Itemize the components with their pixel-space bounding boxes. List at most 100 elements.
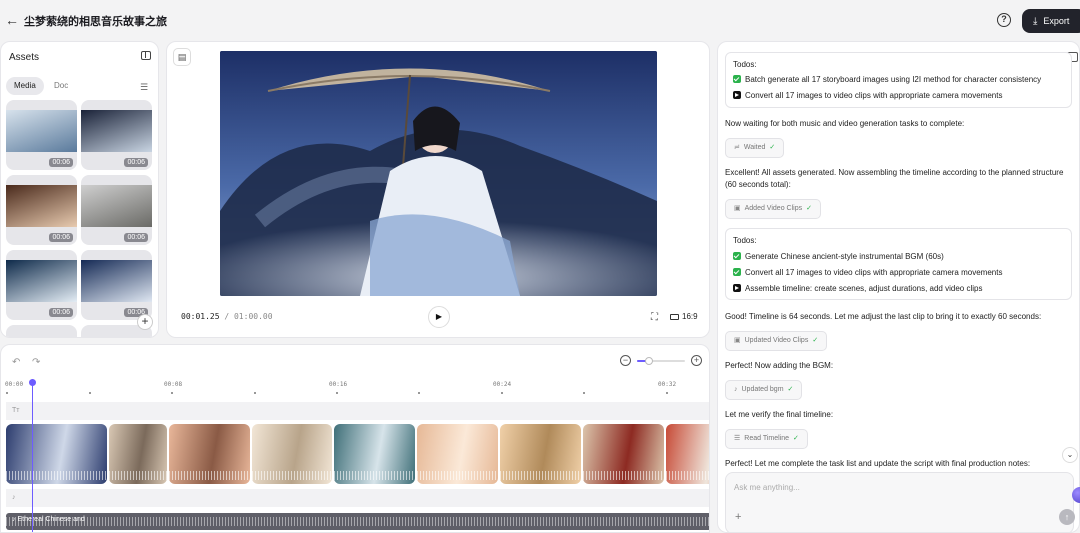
todo-item: Convert all 17 images to video clips wit… [733,268,1002,277]
back-arrow-icon[interactable]: ← [4,12,20,28]
clip-waveform [666,471,709,480]
ruler-tick [336,392,338,394]
todo-item: Assemble timeline: create scenes, adjust… [733,284,982,293]
video-clip[interactable] [334,424,415,484]
video-clip[interactable] [583,424,664,484]
aspect-ratio-selector[interactable]: 16:9 [670,312,698,321]
asset-thumbnail[interactable]: 00:06 [6,175,77,245]
playhead[interactable] [32,379,33,532]
tool-call-added-video-clips[interactable]: ▣ Added Video Clips ✓ [725,199,821,219]
asset-image [6,260,77,302]
video-clip[interactable] [169,424,250,484]
filter-icon[interactable]: ☰ [140,82,148,93]
asset-thumbnail[interactable]: 00:06 [81,250,152,320]
assistant-message: Now waiting for both music and video gen… [725,119,965,128]
current-time: 00:01.25 [181,312,220,321]
project-title: 尘梦萦绕的相思音乐故事之旅 [24,16,167,28]
todo-item: Batch generate all 17 storyboard images … [733,75,1041,84]
script-doc-icon[interactable]: ▤ [173,48,191,66]
preview-panel: ▤ 00:01.25 / 01:00.00 ▶ ⛶ 16:9 [166,41,710,338]
tool-call-waited[interactable]: ≓ Waited ✓ [725,138,785,158]
text-track[interactable]: Tт [6,402,709,420]
video-track[interactable] [6,424,709,484]
bgm-audio-clip[interactable]: ♪ Ethereal Chinese and [6,513,709,530]
assistant-message: Good! Timeline is 64 seconds. Let me adj… [725,312,1042,321]
ruler-tick [6,392,8,394]
checkbox-done-icon [733,268,741,276]
video-preview[interactable] [220,51,657,296]
todo-title: Todos: [733,236,757,245]
tool-call-updated-video-clips[interactable]: ▣ Updated Video Clips ✓ [725,331,828,351]
export-button[interactable]: ⤓ Export [1022,9,1080,33]
check-icon: ✓ [787,386,794,393]
tool-call-read-timeline[interactable]: ☰ Read Timeline ✓ [725,429,808,449]
ruler-tick [171,392,173,394]
clip-waveform [252,471,332,480]
tab-doc[interactable]: Doc [46,77,76,95]
zoom-slider-handle[interactable] [645,357,653,365]
tab-media[interactable]: Media [6,77,44,95]
zoom-slider[interactable] [637,357,685,365]
ruler-tick-label: 00:16 [329,381,348,388]
video-clip[interactable] [666,424,709,484]
todo-list-card: Todos: Batch generate all 17 storyboard … [725,52,1072,108]
redo-icon[interactable]: ↷ [32,357,40,368]
checkbox-done-icon [733,252,741,260]
clip-waveform [334,471,415,480]
chat-input[interactable] [734,479,1034,495]
video-clip[interactable] [417,424,498,484]
zoom-in-icon[interactable]: + [691,355,702,366]
asset-thumbnail[interactable]: 00:06 [6,100,77,170]
clip-waveform [417,471,498,480]
assets-panel: Assets Media Doc ☰ 00:06 00:06 00:06 00:06 0… [0,41,159,338]
play-button[interactable]: ▶ [428,306,450,328]
add-asset-button[interactable]: + [137,314,153,330]
download-icon: ⤓ [1033,16,1038,27]
video-clip[interactable] [6,424,107,484]
film-icon: ▣ [734,205,741,212]
asset-duration: 00:06 [49,233,73,242]
help-icon[interactable]: ? [997,13,1011,27]
text-track-icon: Tт [12,407,20,414]
scroll-down-button[interactable]: ⌄ [1062,447,1078,463]
check-icon: ✓ [769,144,776,151]
todo-item: Generate Chinese ancient-style instrumen… [733,252,944,261]
panel-collapse-icon[interactable] [141,51,151,60]
assistant-message: Perfect! Now adding the BGM: [725,361,834,370]
todo-title: Todos: [733,60,757,69]
in-progress-icon [733,91,741,99]
ruler-tick [501,392,503,394]
audio-waveform [6,517,709,526]
aspect-ratio-label: 16:9 [682,312,698,321]
playhead-handle[interactable] [29,379,36,386]
video-clip[interactable] [109,424,167,484]
asset-thumbnail[interactable]: 00:06 [81,100,152,170]
video-clip[interactable] [252,424,332,484]
asset-image [6,185,77,227]
music-note-icon: ♪ [734,386,738,393]
send-button[interactable]: ↑ [1059,509,1075,525]
clip-waveform [6,471,107,480]
attach-plus-icon[interactable]: + [735,511,741,523]
zoom-out-icon[interactable]: − [620,355,631,366]
asset-image [6,110,77,152]
film-icon: ▣ [734,337,741,344]
asset-thumbnail[interactable]: 00:06 [6,250,77,320]
audio-clip-label: ♪ Ethereal Chinese and [12,516,85,523]
asset-thumbnail[interactable]: 00:06 [81,175,152,245]
tool-call-updated-bgm[interactable]: ♪ Updated bgm ✓ [725,380,803,400]
assistant-chat-panel: Todos: Batch generate all 17 storyboard … [717,41,1080,533]
audio-track-row[interactable]: ♪ [6,489,709,507]
ruler-tick [254,392,256,394]
clip-waveform [109,471,167,480]
assistant-message: Excellent! All assets generated. Now ass… [725,168,1064,189]
asset-image [81,185,152,227]
aspect-ratio-icon [670,314,679,320]
undo-icon[interactable]: ↶ [12,357,20,368]
fullscreen-icon[interactable]: ⛶ [651,312,658,323]
check-icon: ✓ [793,435,799,442]
video-clip[interactable] [500,424,581,484]
asset-thumbnail[interactable] [6,325,77,337]
clip-waveform [500,471,581,480]
music-track-icon: ♪ [12,494,16,501]
